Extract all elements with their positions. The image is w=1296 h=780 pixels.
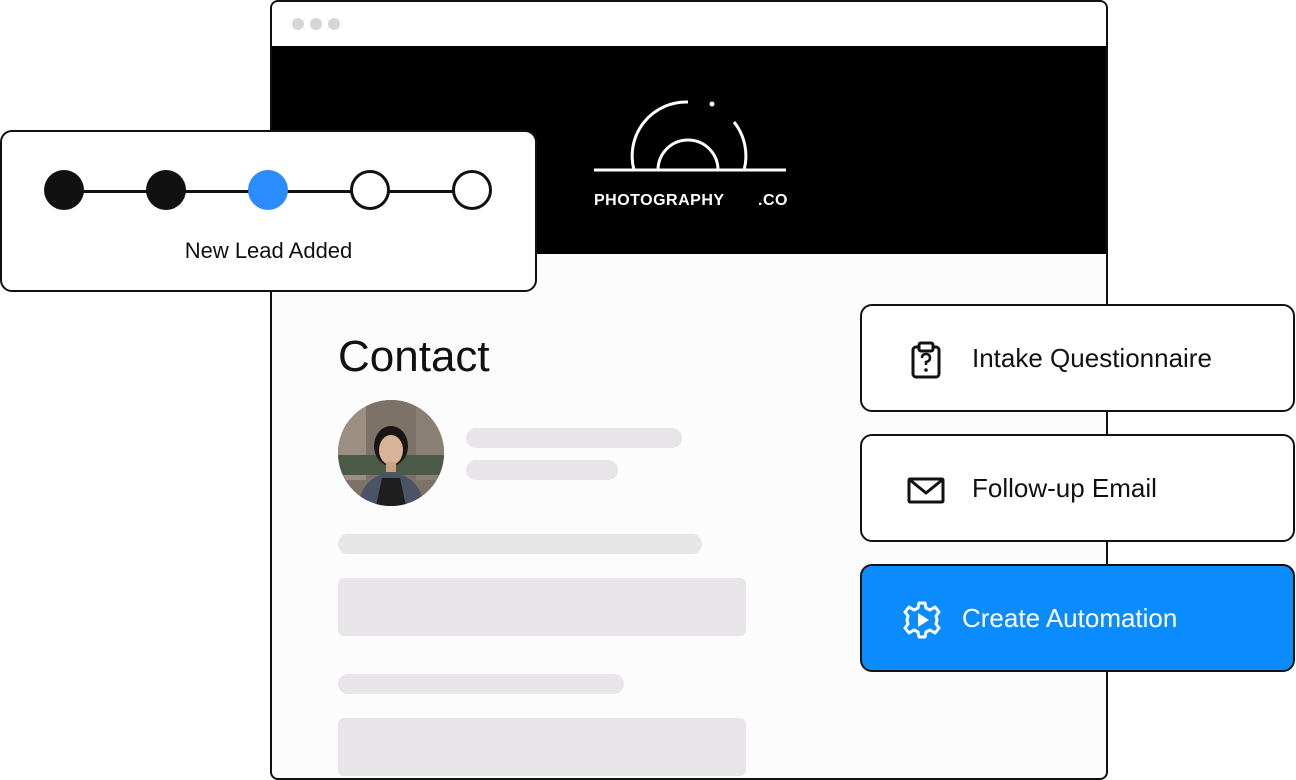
placeholder-line [466, 460, 618, 480]
placeholder-field [338, 718, 746, 776]
placeholder-line [338, 534, 702, 554]
camera-logo-icon [594, 100, 786, 172]
intake-questionnaire-button[interactable]: Intake Questionnaire [860, 304, 1295, 412]
page-title: Contact [338, 332, 490, 381]
create-automation-label: Create Automation [962, 603, 1178, 633]
intake-questionnaire-label: Intake Questionnaire [972, 343, 1212, 373]
window-dot [292, 18, 304, 30]
brand-logo: PHOTOGRAPHY .CO [592, 98, 792, 209]
placeholder-line [338, 674, 624, 694]
step-4-pending [350, 170, 390, 210]
follow-up-email-button[interactable]: Follow-up Email [860, 434, 1295, 542]
avatar-photo [338, 400, 444, 506]
placeholder-line [466, 428, 682, 448]
placeholder-field [338, 578, 746, 636]
window-dot [310, 18, 322, 30]
step-5-pending [452, 170, 492, 210]
step-3-current [248, 170, 288, 210]
envelope-icon [907, 477, 945, 504]
step-2-complete [146, 170, 186, 210]
follow-up-email-label: Follow-up Email [972, 473, 1157, 503]
window-dot [328, 18, 340, 30]
workflow-status-label: New Lead Added [184, 238, 353, 263]
create-automation-button[interactable]: Create Automation [860, 564, 1295, 672]
clipboard-question-icon [911, 341, 941, 379]
brand-suffix: .CO [758, 192, 788, 209]
step-1-complete [44, 170, 84, 210]
workflow-progress-card: New Lead Added [0, 130, 537, 292]
browser-titlebar [272, 2, 1106, 46]
brand-name: PHOTOGRAPHY [594, 192, 725, 209]
gear-play-icon [903, 601, 941, 639]
avatar [338, 400, 444, 506]
